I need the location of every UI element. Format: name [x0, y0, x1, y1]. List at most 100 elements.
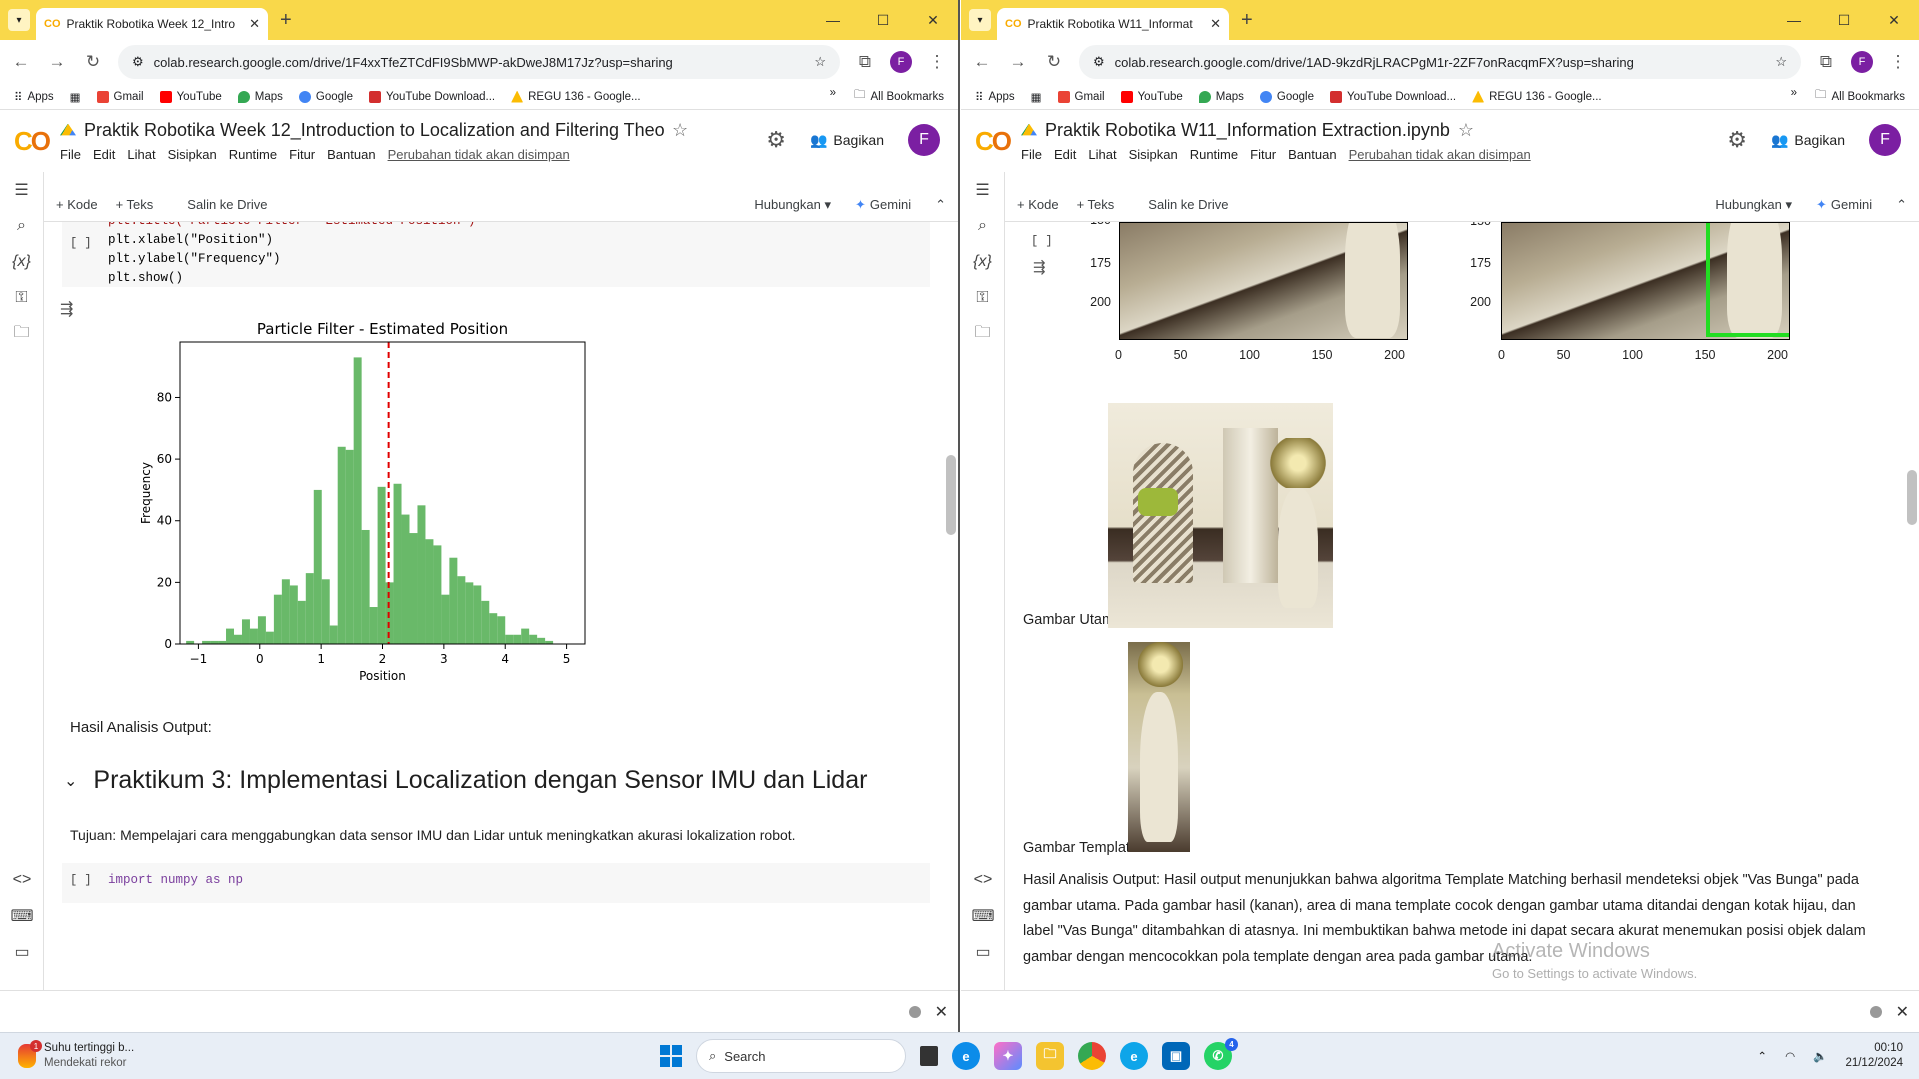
new-tab-icon[interactable]: +: [1241, 9, 1253, 32]
minimize-icon[interactable]: —: [808, 0, 858, 40]
close-status-icon[interactable]: ✕: [935, 1002, 948, 1022]
code-cell[interactable]: [ ] plt.title("Particle Filter - Estimat…: [62, 222, 930, 287]
terminal-icon[interactable]: ▭: [0, 934, 44, 970]
run-cell-button[interactable]: [ ]: [70, 236, 92, 250]
menu-help[interactable]: Bantuan: [1288, 147, 1336, 162]
site-info-icon[interactable]: ⚙: [1093, 54, 1105, 70]
close-window-icon[interactable]: ✕: [908, 0, 958, 40]
new-tab-icon[interactable]: +: [280, 9, 292, 32]
taskbar-search[interactable]: ⌕ Search: [696, 1039, 906, 1073]
maximize-icon[interactable]: ☐: [858, 0, 908, 40]
menu-edit[interactable]: Edit: [93, 147, 115, 162]
weather-widget[interactable]: 1 Suhu tertinggi b... Mendekati rekor: [18, 1040, 218, 1071]
close-status-icon[interactable]: ✕: [1896, 1002, 1909, 1022]
settings-gear-icon[interactable]: ⚙: [1727, 127, 1747, 153]
bookmark-apps[interactable]: ⠿ Apps: [14, 90, 54, 104]
add-text-button[interactable]: + Teks: [116, 197, 154, 212]
all-bookmarks[interactable]: 🗀 All Bookmarks: [1815, 87, 1905, 106]
forward-icon[interactable]: →: [46, 52, 68, 72]
browser-tab-active[interactable]: CO Praktik Robotika W11_Informat ✕: [997, 8, 1229, 40]
profile-avatar[interactable]: F: [890, 51, 912, 73]
back-icon[interactable]: ←: [971, 52, 993, 72]
address-bar[interactable]: ⚙ colab.research.google.com/drive/1F4xxT…: [118, 45, 840, 79]
unsaved-notice[interactable]: Perubahan tidak akan disimpan: [388, 147, 570, 162]
extensions-icon[interactable]: ⧉: [854, 52, 876, 72]
close-window-icon[interactable]: ✕: [1869, 0, 1919, 40]
menu-edit[interactable]: Edit: [1054, 147, 1076, 162]
tab-search-dropdown[interactable]: ▾: [969, 9, 991, 31]
menu-insert[interactable]: Sisipkan: [168, 147, 217, 162]
variables-icon[interactable]: {x}: [961, 244, 1004, 280]
colab-logo[interactable]: CO: [14, 126, 60, 157]
browser-tab-active[interactable]: CO Praktik Robotika Week 12_Intro ✕: [36, 8, 268, 40]
back-icon[interactable]: ←: [10, 52, 32, 72]
close-tab-icon[interactable]: ✕: [249, 16, 260, 32]
copy-to-drive-button[interactable]: Salin ke Drive: [1148, 197, 1228, 212]
bookmark-maps[interactable]: Maps: [1198, 90, 1244, 103]
search-icon[interactable]: ⌕: [961, 208, 1004, 244]
code-editor[interactable]: plt.title("Particle Filter - Estimated P…: [62, 222, 930, 288]
copilot-icon[interactable]: ✦: [994, 1042, 1022, 1070]
menu-file[interactable]: File: [60, 147, 81, 162]
collapse-chevron-icon[interactable]: ⌃: [935, 197, 946, 213]
bookmark-google[interactable]: Google: [298, 90, 353, 103]
unsaved-notice[interactable]: Perubahan tidak akan disimpan: [1349, 147, 1531, 162]
all-bookmarks[interactable]: 🗀 All Bookmarks: [854, 87, 944, 106]
bookmark-apps[interactable]: ⠿ Apps: [975, 90, 1015, 104]
browser-menu-icon[interactable]: ⋮: [1887, 52, 1909, 72]
terminal-icon[interactable]: ▭: [961, 934, 1005, 970]
bookmark-regu[interactable]: REGU 136 - Google...: [511, 90, 641, 103]
site-info-icon[interactable]: ⚙: [132, 54, 144, 70]
bookmark-ytdl[interactable]: YouTube Download...: [1329, 90, 1456, 103]
menu-runtime[interactable]: Runtime: [1190, 147, 1238, 162]
share-button[interactable]: 👥 Bagikan: [810, 132, 884, 149]
menu-runtime[interactable]: Runtime: [229, 147, 277, 162]
run-cell-button[interactable]: [ ]: [1031, 234, 1053, 248]
bookmark-ytdl[interactable]: YouTube Download...: [368, 90, 495, 103]
toc-icon[interactable]: ☰: [0, 172, 43, 208]
collapse-section-icon[interactable]: ⌄: [64, 771, 77, 791]
connect-button[interactable]: Hubungkan ▾: [754, 197, 831, 213]
more-bookmarks-icon[interactable]: »: [830, 87, 836, 106]
run-cell-button[interactable]: [ ]: [70, 873, 92, 887]
code-snippets-icon[interactable]: <>: [961, 862, 1005, 898]
clock[interactable]: 00:10 21/12/2024: [1845, 1041, 1903, 1071]
notebook-title[interactable]: Praktik Robotika W11_Information Extract…: [1045, 120, 1450, 141]
bookmark-gmail[interactable]: Gmail: [1057, 90, 1105, 103]
copy-to-drive-button[interactable]: Salin ke Drive: [187, 197, 267, 212]
add-text-button[interactable]: + Teks: [1077, 197, 1115, 212]
bookmark-star-icon[interactable]: ☆: [1775, 54, 1787, 70]
menu-help[interactable]: Bantuan: [327, 147, 375, 162]
command-palette-icon[interactable]: ⌨: [961, 898, 1005, 934]
command-palette-icon[interactable]: ⌨: [0, 898, 44, 934]
code-cell-next[interactable]: [ ] import numpy as np: [62, 863, 930, 903]
files-folder-icon[interactable]: 🗀: [961, 316, 1004, 352]
bookmark-youtube[interactable]: YouTube: [1120, 90, 1183, 103]
profile-avatar[interactable]: F: [1851, 51, 1873, 73]
settings-gear-icon[interactable]: ⚙: [766, 127, 786, 153]
search-icon[interactable]: ⌕: [0, 208, 43, 244]
edge-beta-icon[interactable]: e: [1120, 1042, 1148, 1070]
account-avatar[interactable]: F: [1869, 124, 1901, 156]
bookmark-gmail[interactable]: Gmail: [96, 90, 144, 103]
files-folder-icon[interactable]: 🗀: [0, 316, 43, 352]
bookmark-tabgroups[interactable]: ▦: [70, 90, 81, 104]
forward-icon[interactable]: →: [1007, 52, 1029, 72]
secrets-key-icon[interactable]: ⚿: [961, 280, 1004, 316]
menu-insert[interactable]: Sisipkan: [1129, 147, 1178, 162]
star-icon[interactable]: ☆: [672, 120, 688, 141]
bookmark-maps[interactable]: Maps: [237, 90, 283, 103]
extensions-icon[interactable]: ⧉: [1815, 52, 1837, 72]
maximize-icon[interactable]: ☐: [1819, 0, 1869, 40]
more-bookmarks-icon[interactable]: »: [1791, 87, 1797, 106]
windows-start-icon[interactable]: [660, 1045, 682, 1067]
tab-search-dropdown[interactable]: ▾: [8, 9, 30, 31]
store-icon[interactable]: ▣: [1162, 1042, 1190, 1070]
tray-overflow-icon[interactable]: ⌃: [1757, 1049, 1767, 1063]
bookmark-star-icon[interactable]: ☆: [814, 54, 826, 70]
scrollbar-thumb[interactable]: [1907, 470, 1917, 525]
chrome-icon[interactable]: [1078, 1042, 1106, 1070]
file-explorer-icon[interactable]: 🗀: [1036, 1042, 1064, 1070]
menu-file[interactable]: File: [1021, 147, 1042, 162]
bookmark-tabgroups[interactable]: ▦: [1031, 90, 1042, 104]
